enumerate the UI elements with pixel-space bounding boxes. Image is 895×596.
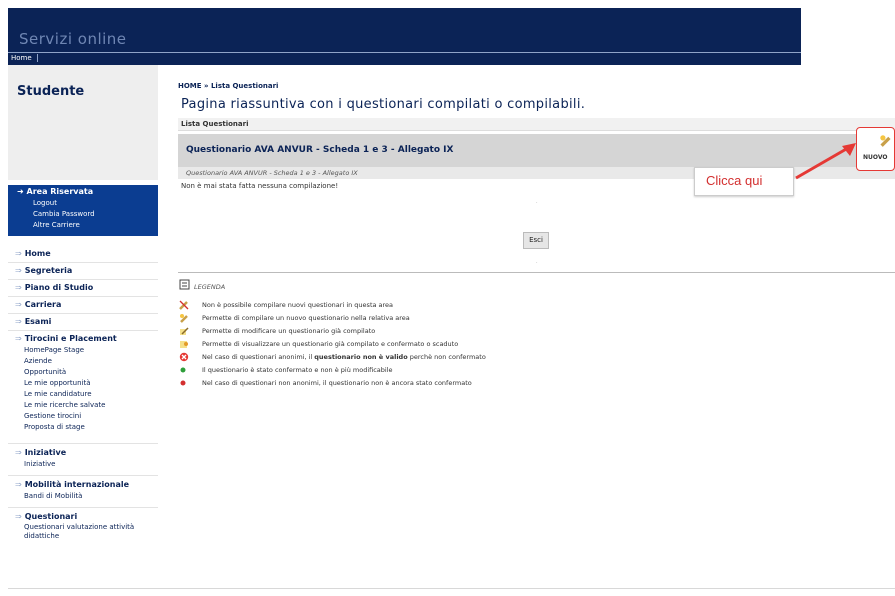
arrow-right-icon: ⇒ [15,300,22,309]
invalid-icon [179,352,189,362]
legend-text: Il questionario è stato confermato e non… [202,366,393,374]
sidebar-item-esami[interactable]: ⇒ Esami [8,315,158,331]
list-header-bar: Lista Questionari [178,118,895,131]
sidebar-subitem[interactable]: Aziende [24,356,52,367]
sidebar: Studente ➜ Area Riservata Logout Cambia … [8,65,158,575]
legend-row: Permette di compilare un nuovo questiona… [178,313,878,325]
sidebar-subitem[interactable]: Le mie ricerche salvate [24,400,106,411]
sidebar-subitem[interactable]: Gestione tirocini [24,411,81,422]
sidebar-item-tirocini-heading[interactable]: ⇒ Tirocini e Placement [15,334,117,343]
legend-text: Permette di compilare un nuovo questiona… [202,314,410,322]
legend-text-bold: questionario non è valido [314,353,408,361]
sidebar-item-label: Mobilità internazionale [24,480,130,489]
arrow-right-icon: ⇒ [15,283,22,292]
sidebar-item-segreteria[interactable]: ⇒ Segreteria [8,264,158,280]
sidebar-subitem[interactable]: Questionari valutazione attività didatti… [24,523,144,541]
sidebar-item-mobilita: ⇒ Mobilità internazionale Bandi di Mobili… [8,478,158,508]
pencil-new-icon [880,135,891,147]
divider [178,272,895,273]
legend-text: Non è possibile compilare nuovi question… [202,301,394,309]
red-dot-icon [180,380,186,386]
arrow-right-icon: ⇒ [15,249,22,258]
sidebar-subitem[interactable]: Le mie candidature [24,389,92,400]
legend-row: Nel caso di questionari non anonimi, il … [178,378,878,390]
breadcrumb[interactable]: HOME » Lista Questionari [178,82,278,90]
sidebar-item-mobilita-heading[interactable]: ⇒ Mobilità internazionale [15,480,129,489]
view-icon [180,341,188,348]
legend-text: Nel caso di questionari non anonimi, il … [202,379,472,387]
other-careers-link[interactable]: Altre Carriere [33,221,80,229]
legend-row: Nel caso di questionari anonimi, il ques… [178,352,878,364]
sidebar-subitem[interactable]: Iniziative [24,459,56,470]
area-riservata-box: ➜ Area Riservata Logout Cambia Password … [8,185,158,236]
sidebar-subitem[interactable]: Opportunità [24,367,66,378]
sidebar-item-label: Segreteria [24,266,73,275]
footer-divider [8,588,895,589]
sidebar-subitem[interactable]: Bandi di Mobilità [24,491,82,502]
arrow-right-icon: ⇒ [15,512,22,521]
sidebar-item-piano-di-studio[interactable]: ⇒ Piano di Studio [8,281,158,297]
area-riservata-label: Area Riservata [26,187,94,196]
sidebar-item-label: Esami [24,317,52,326]
green-dot-icon [180,367,186,373]
sidebar-subitem[interactable]: Proposta di stage [24,422,85,433]
sidebar-subitem[interactable]: Le mie opportunità [24,378,91,389]
legend-icon [179,279,190,290]
nav-home-link[interactable]: Home [11,54,38,62]
header-bar: Servizi online Home [8,8,801,65]
legend-row: Non è possibile compilare nuovi question… [178,300,878,312]
legend-text: Permette di visualizzare un questionario… [202,340,459,348]
arrow-right-icon: ⇒ [15,266,22,275]
site-title: Servizi online [19,30,127,48]
sidebar-section-title: Studente [17,84,85,99]
area-riservata-heading[interactable]: ➜ Area Riservata [17,187,93,196]
sidebar-item-iniziative-heading[interactable]: ⇒ Iniziative [15,448,66,457]
arrow-right-icon: ⇒ [15,334,22,343]
student-box: Studente [8,65,158,180]
exit-button[interactable]: Esci [523,232,549,249]
sidebar-item-iniziative: ⇒ Iniziative Iniziative [8,446,158,476]
logout-link[interactable]: Logout [33,199,57,207]
legend-text-part: Nel caso di questionari anonimi, il [202,353,315,361]
sidebar-item-questionari: ⇒ Questionari Questionari valutazione att… [8,510,158,548]
new-button-label: NUOVO [863,154,888,161]
legend-title: LEGENDA [194,283,226,291]
sidebar-item-questionari-heading[interactable]: ⇒ Questionari [15,512,77,521]
sidebar-item-label: Carriera [24,300,62,309]
new-questionnaire-button[interactable]: NUOVO [856,127,895,171]
questionnaire-subtitle: Questionario AVA ANVUR - Scheda 1 e 3 - … [186,169,358,177]
sidebar-subitem[interactable]: HomePage Stage [24,345,84,356]
sidebar-item-label: Tirocini e Placement [24,334,117,343]
list-header: Lista Questionari [181,120,249,128]
legend-row: Permette di modificare un questionario g… [178,326,878,338]
pencil-edit-icon [180,327,189,335]
sidebar-item-label: Piano di Studio [24,283,94,292]
pencil-new-icon [180,314,188,323]
top-nav: Home [8,52,801,65]
legend-row: Il questionario è stato confermato e non… [178,365,878,377]
sidebar-item-tirocini: ⇒ Tirocini e Placement HomePage Stage Azi… [8,332,158,444]
sidebar-item-label: Home [24,249,51,258]
legend-text: Nel caso di questionari anonimi, il ques… [202,353,486,361]
page-title: Pagina riassuntiva con i questionari com… [181,97,586,112]
separator-dot: · [536,200,538,206]
legend-text: Permette di modificare un questionario g… [202,327,376,335]
legend-row: Permette di visualizzare un questionario… [178,339,878,351]
arrow-right-icon: ⇒ [15,317,22,326]
callout-text: Clicca qui [706,173,763,188]
pencil-forbidden-icon [179,300,189,310]
arrow-right-icon: ➜ [17,187,27,196]
arrow-right-icon: ⇒ [15,480,22,489]
questionnaire-name: Questionario AVA ANVUR - Scheda 1 e 3 - … [186,145,454,155]
no-compilation-message: Non è mai stata fatta nessuna compilazio… [181,182,339,190]
sidebar-item-label: Iniziative [24,448,67,457]
callout-box: Clicca qui [694,167,794,196]
change-password-link[interactable]: Cambia Password [33,210,95,218]
arrow-right-icon: ⇒ [15,448,22,457]
sidebar-item-carriera[interactable]: ⇒ Carriera [8,298,158,314]
sidebar-item-home[interactable]: ⇒ Home [8,247,158,263]
legend-text-part: perchè non confermato [407,353,486,361]
separator-dot: · [536,260,538,266]
sidebar-item-label: Questionari [24,512,78,521]
